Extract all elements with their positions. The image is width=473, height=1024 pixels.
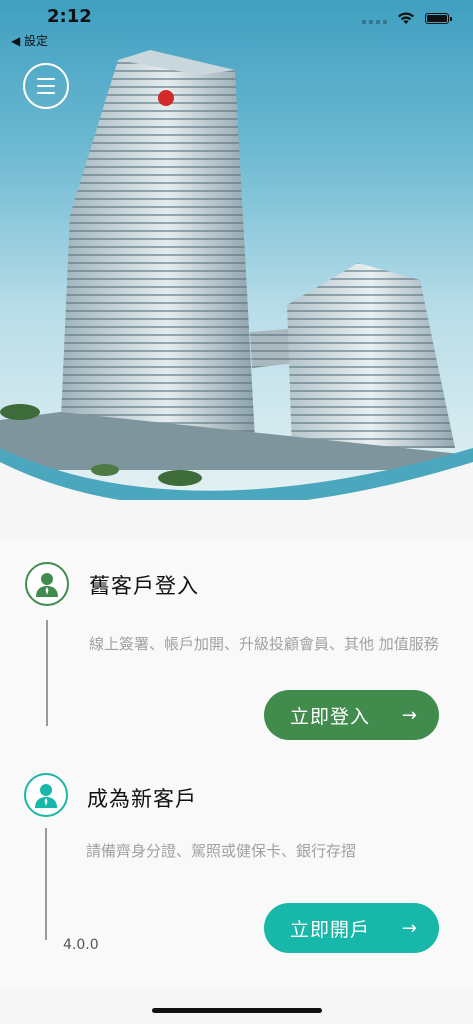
timeline-connector — [45, 828, 47, 940]
user-avatar-icon — [36, 573, 58, 597]
existing-customer-title: 舊客戶登入 — [89, 574, 199, 598]
new-customer-description: 請備齊身分證、駕照或健保卡、銀行存摺 — [86, 842, 357, 860]
battery-fill — [427, 15, 447, 22]
status-indicators — [362, 12, 452, 25]
app-version: 4.0.0 — [63, 937, 99, 953]
arrow-right-icon: → — [401, 917, 417, 939]
cellular-signal-icon — [362, 14, 387, 24]
login-button-label: 立即登入 — [290, 705, 371, 728]
hero-banner — [0, 0, 473, 500]
open-account-button[interactable]: 立即開戶 → — [264, 903, 439, 953]
new-customer-title: 成為新客戶 — [87, 787, 197, 811]
app-screen: 2:12 ◀ 設定 舊客戶登入 線上簽署、帳戶加開、升級投顧會員、其他 加值服務… — [0, 0, 473, 1024]
user-avatar-icon — [35, 784, 57, 808]
battery-icon — [425, 13, 452, 24]
existing-customer-avatar — [25, 562, 69, 606]
existing-customer-description: 線上簽署、帳戶加開、升級投顧會員、其他 加值服務 — [89, 635, 439, 653]
home-indicator[interactable] — [152, 1008, 322, 1013]
arrow-right-icon: → — [401, 704, 417, 726]
building-illustration — [0, 50, 473, 500]
new-customer-avatar — [24, 773, 68, 817]
timeline-connector — [46, 620, 48, 726]
hamburger-menu-icon[interactable] — [23, 63, 69, 109]
wifi-icon — [398, 12, 414, 24]
bank-logo-icon — [158, 90, 174, 106]
open-account-button-label: 立即開戶 — [290, 918, 371, 941]
back-to-settings-link[interactable]: ◀ 設定 — [11, 32, 48, 49]
login-now-button[interactable]: 立即登入 → — [264, 690, 439, 740]
status-time: 2:12 — [47, 6, 92, 27]
